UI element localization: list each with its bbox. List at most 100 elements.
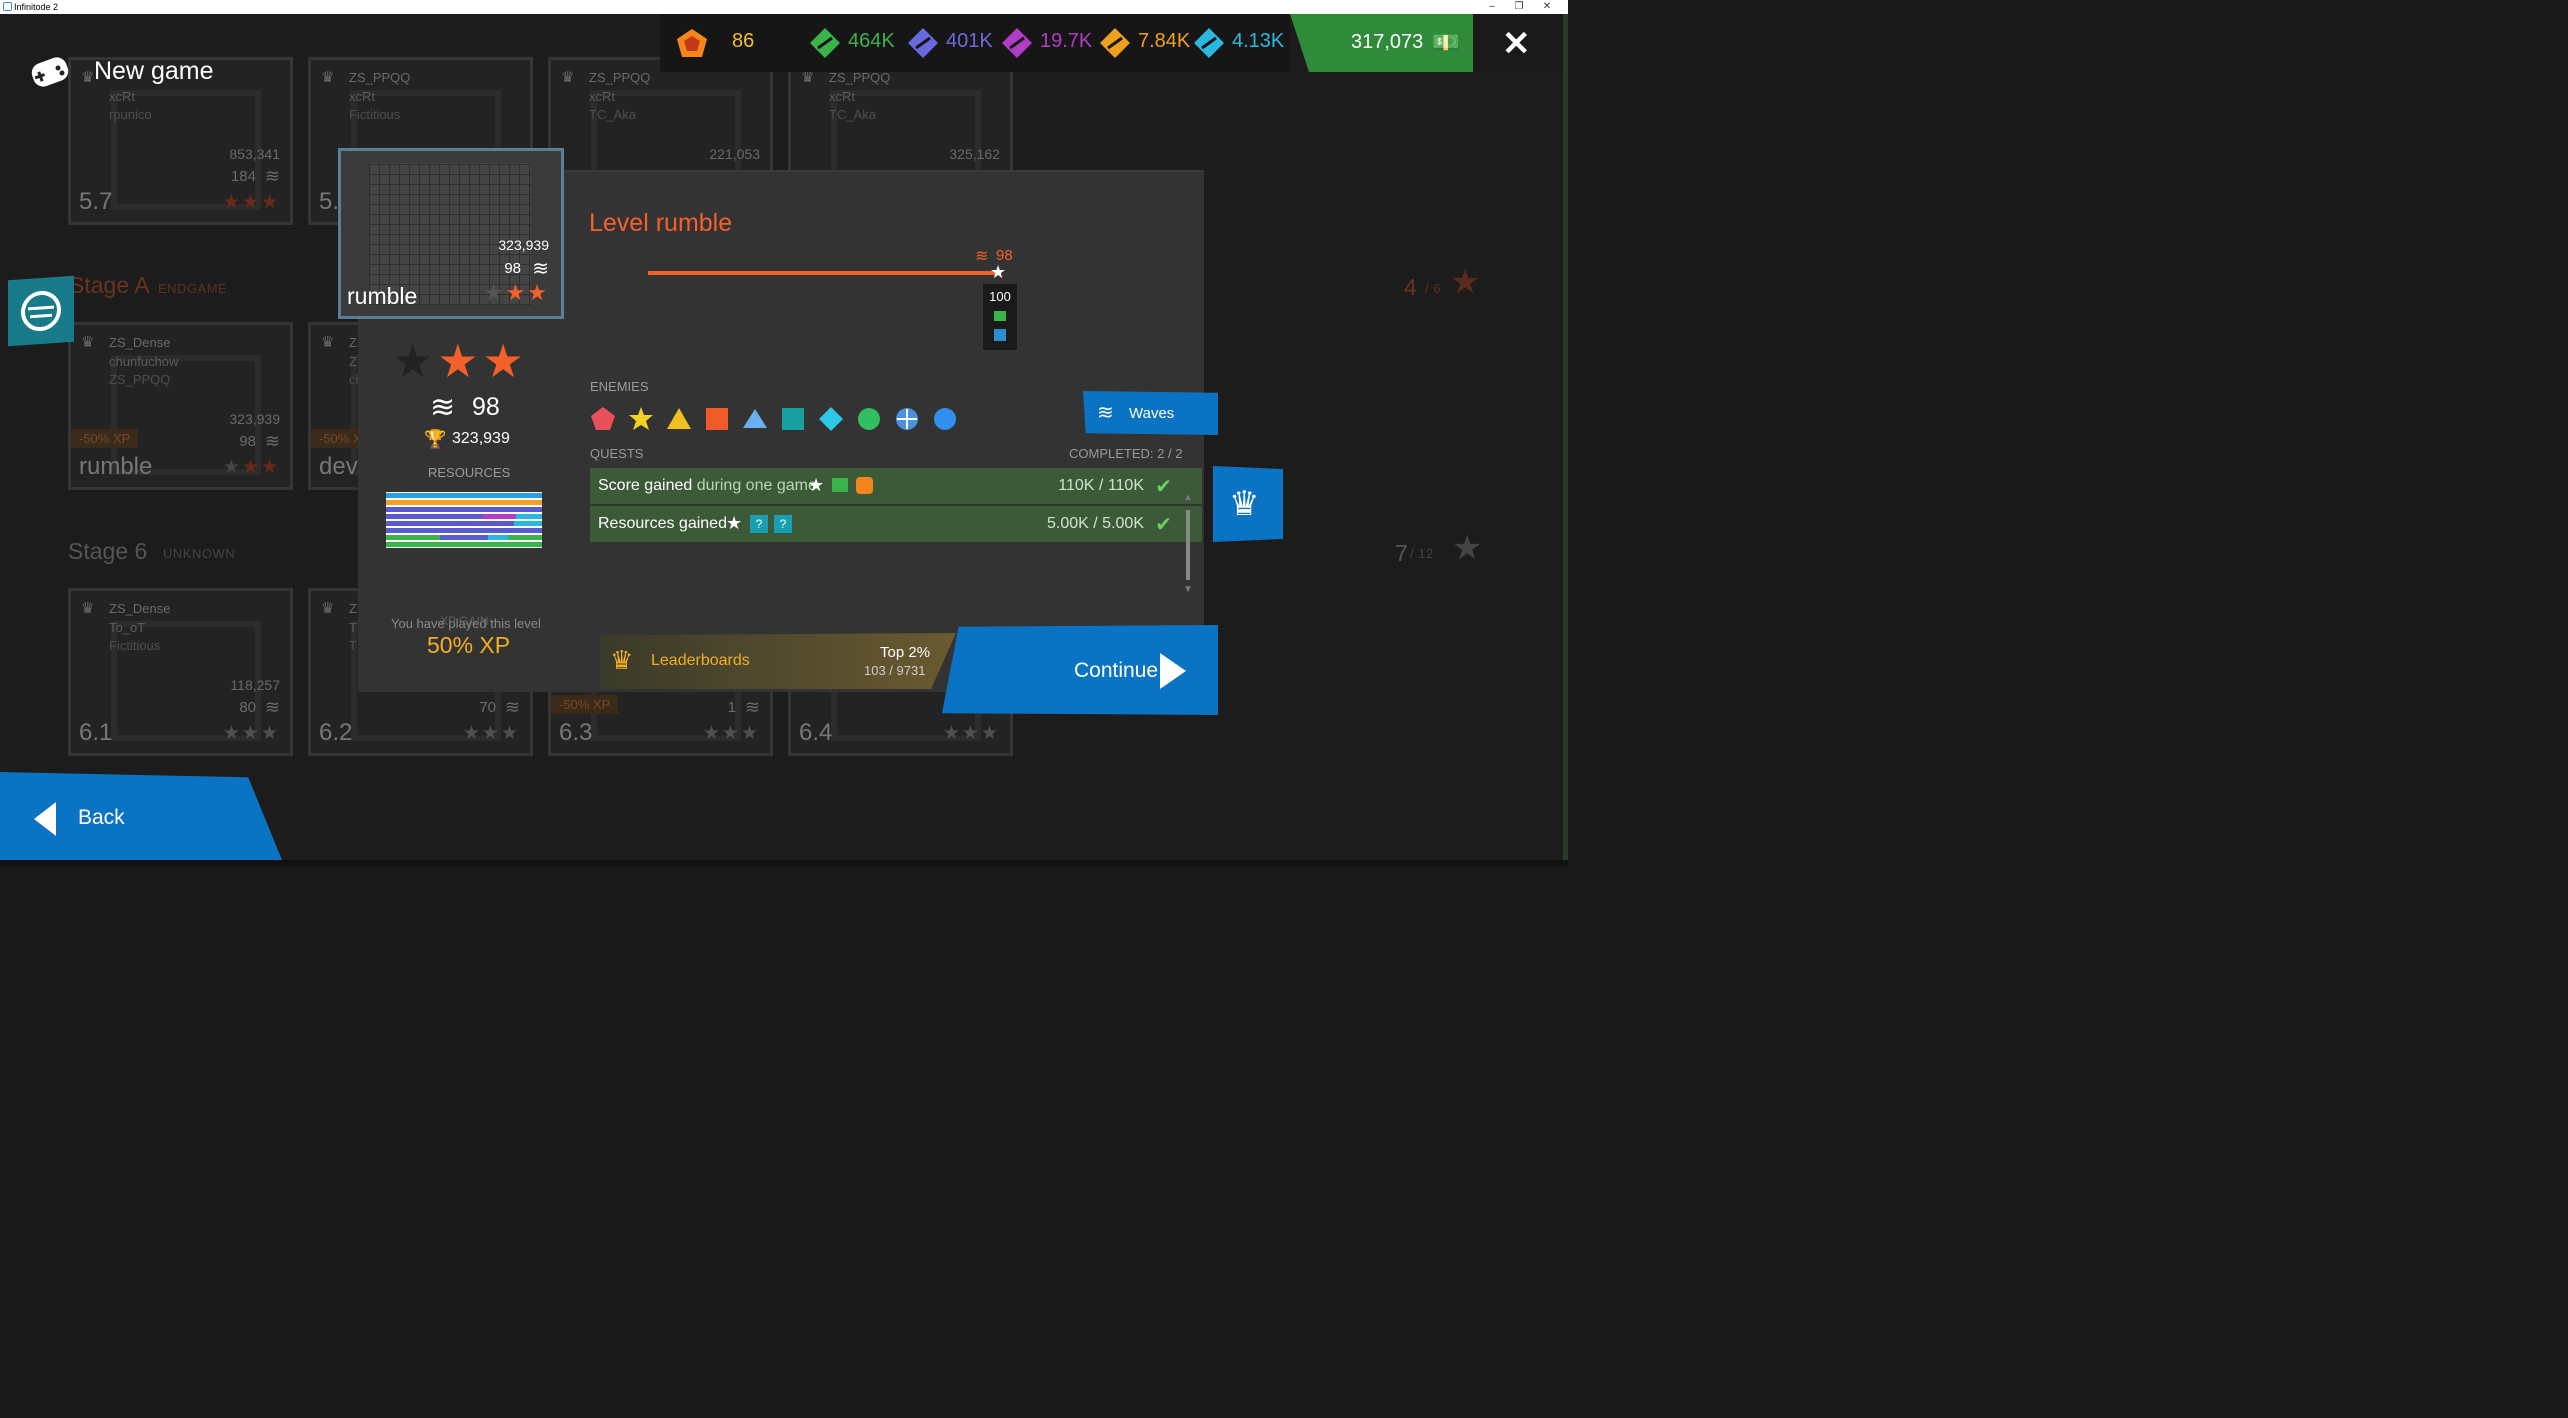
card-title: ZS_Dense: [109, 601, 171, 616]
card-author: xcRt: [829, 89, 855, 104]
minimize-button[interactable]: –: [1478, 0, 1506, 14]
waves-stat: 98: [472, 393, 500, 421]
waves-button-icon: ≋: [1097, 402, 1114, 424]
waves-icon: ≋: [744, 697, 760, 717]
abilities-button[interactable]: [8, 275, 74, 347]
orange-resource-icon: [1098, 26, 1132, 65]
card-waves: 80: [239, 699, 256, 716]
card-title: ZS_PPQQ: [589, 70, 651, 85]
level-title: Level rumble: [589, 209, 733, 237]
chest-reward-icon: [994, 329, 1006, 341]
card-subtitle: TC_Aka: [829, 107, 876, 122]
scroll-up-icon[interactable]: ▲: [1183, 492, 1193, 503]
level-card[interactable]: ♛ ZS_Dense chunfuchow ZS_PPQQ 323,939 98 ≋ rumb…: [68, 322, 293, 490]
preview-score: 323,939: [498, 237, 549, 253]
card-author: T: [349, 620, 357, 635]
bits-icon: [676, 28, 708, 63]
quest-row: Resources gained ★ ? ? 5.00K / 5.00K ✔: [590, 506, 1202, 542]
back-button[interactable]: Back: [0, 772, 282, 860]
stage-6-label: Stage 6: [68, 538, 148, 564]
fist-icon: [21, 290, 61, 332]
waves-button-label: Waves: [1129, 405, 1175, 422]
play-arrow-icon: [1160, 653, 1186, 689]
card-waves: 70: [479, 699, 496, 716]
window-titlebar: Infinitode 2 – ❐ ✕: [0, 0, 1568, 14]
card-subtitle: T: [349, 638, 357, 653]
quests-scrollbar[interactable]: [1186, 510, 1190, 580]
leaderboards-button[interactable]: ♛ Leaderboards Top 2% 103 / 9731: [600, 633, 956, 689]
stage-6-stars-icon: ★: [1452, 529, 1483, 567]
diamond-enemy-icon[interactable]: [818, 406, 844, 437]
money-icon: 💵: [1432, 30, 1460, 55]
card-stars: ★★★: [222, 192, 280, 213]
resource-value: 4.13K: [1232, 30, 1285, 52]
preview-stars: ★★★: [483, 280, 549, 305]
card-score: 853,341: [229, 146, 280, 162]
card-score: 118,257: [230, 677, 280, 693]
star-enemy-icon[interactable]: [628, 406, 654, 437]
continue-button[interactable]: Continue: [942, 625, 1218, 715]
right-edge: [1563, 14, 1568, 860]
crown-icon: ♛: [610, 645, 634, 675]
trophy-icon: 🏆: [424, 429, 447, 449]
continue-label: Continue: [1074, 659, 1159, 682]
light-triangle-enemy-icon[interactable]: [742, 406, 768, 437]
teal-square-enemy-icon[interactable]: [780, 406, 806, 437]
resource-value: 19.7K: [1040, 30, 1093, 52]
card-author: xcRt: [589, 89, 615, 104]
stage-a-label: Stage A: [69, 272, 150, 298]
card-author: chunfuchow: [109, 354, 179, 369]
card-level: 6.3: [559, 719, 593, 746]
restore-button[interactable]: ❐: [1505, 0, 1533, 14]
card-level: 5.7: [79, 188, 113, 215]
close-icon[interactable]: ✕: [1502, 24, 1531, 64]
money-value: 317,073: [1351, 31, 1424, 53]
snowflake-enemy-icon[interactable]: [894, 406, 920, 437]
cyan-resource-icon: [1192, 26, 1226, 65]
gamepad-icon: [30, 52, 72, 90]
card-score: 325,162: [949, 146, 1000, 162]
card-level: 6.4: [799, 719, 833, 746]
milestone-box[interactable]: 100: [983, 284, 1017, 350]
resources-chart: [386, 492, 542, 548]
crown-icon: ♛: [1229, 485, 1260, 523]
waves-button[interactable]: ≋ Waves: [1083, 391, 1218, 435]
resource-value: 401K: [946, 30, 993, 52]
money-icon: [832, 478, 848, 492]
mystery-reward-icon: ?: [750, 515, 768, 533]
app-icon: [3, 2, 12, 11]
taskbar-strip: [0, 860, 1568, 866]
scroll-down-icon[interactable]: ▼: [1183, 584, 1193, 595]
crown-icon: ♛: [81, 600, 95, 617]
crown-icon: ♛: [321, 334, 335, 351]
window-title: Infinitode 2: [14, 2, 59, 12]
blue-circle-enemy-icon[interactable]: [932, 406, 958, 437]
window-close-button[interactable]: ✕: [1533, 0, 1561, 14]
level-card[interactable]: ♛ ZS_Dense To_oT Fictitious 118,257 80 ≋ 6.1 ★★★: [68, 588, 293, 756]
card-level: 6.1: [79, 719, 113, 746]
level-stars: ★★★: [392, 335, 528, 387]
milestone-waves: 100: [989, 289, 1011, 304]
card-subtitle: Fictitious: [109, 638, 161, 653]
triangle-enemy-icon[interactable]: [666, 406, 692, 437]
card-stars: ★★★: [462, 723, 520, 744]
wave-progress-bar: [648, 271, 1000, 275]
xp-penalty-badge: -50% XP: [551, 695, 619, 714]
card-score: 221,053: [709, 146, 760, 162]
level-preview-card[interactable]: 323,939 98 ≋ rumble ★★★: [338, 148, 564, 319]
resource-value: 7.84K: [1138, 30, 1191, 52]
card-subtitle: Fictitious: [349, 107, 401, 122]
check-icon: ✔: [1155, 476, 1172, 498]
pentagon-enemy-icon[interactable]: [590, 406, 616, 437]
circle-enemy-icon[interactable]: [856, 406, 882, 437]
mystery-reward-icon: ?: [774, 515, 792, 533]
green-resource-icon: [808, 26, 842, 65]
card-subtitle: rpunico: [109, 107, 152, 122]
leaderboard-crown-button[interactable]: ♛: [1213, 466, 1283, 542]
card-title: ZS_Dense: [109, 335, 171, 350]
xp-gain-label: XP GAIN: [440, 614, 489, 628]
preview-name: rumble: [347, 283, 418, 309]
square-enemy-icon[interactable]: [704, 406, 730, 437]
stage-a-sub: ENDGAME: [158, 281, 228, 296]
quest-label: Score gained during one game: [598, 477, 817, 494]
